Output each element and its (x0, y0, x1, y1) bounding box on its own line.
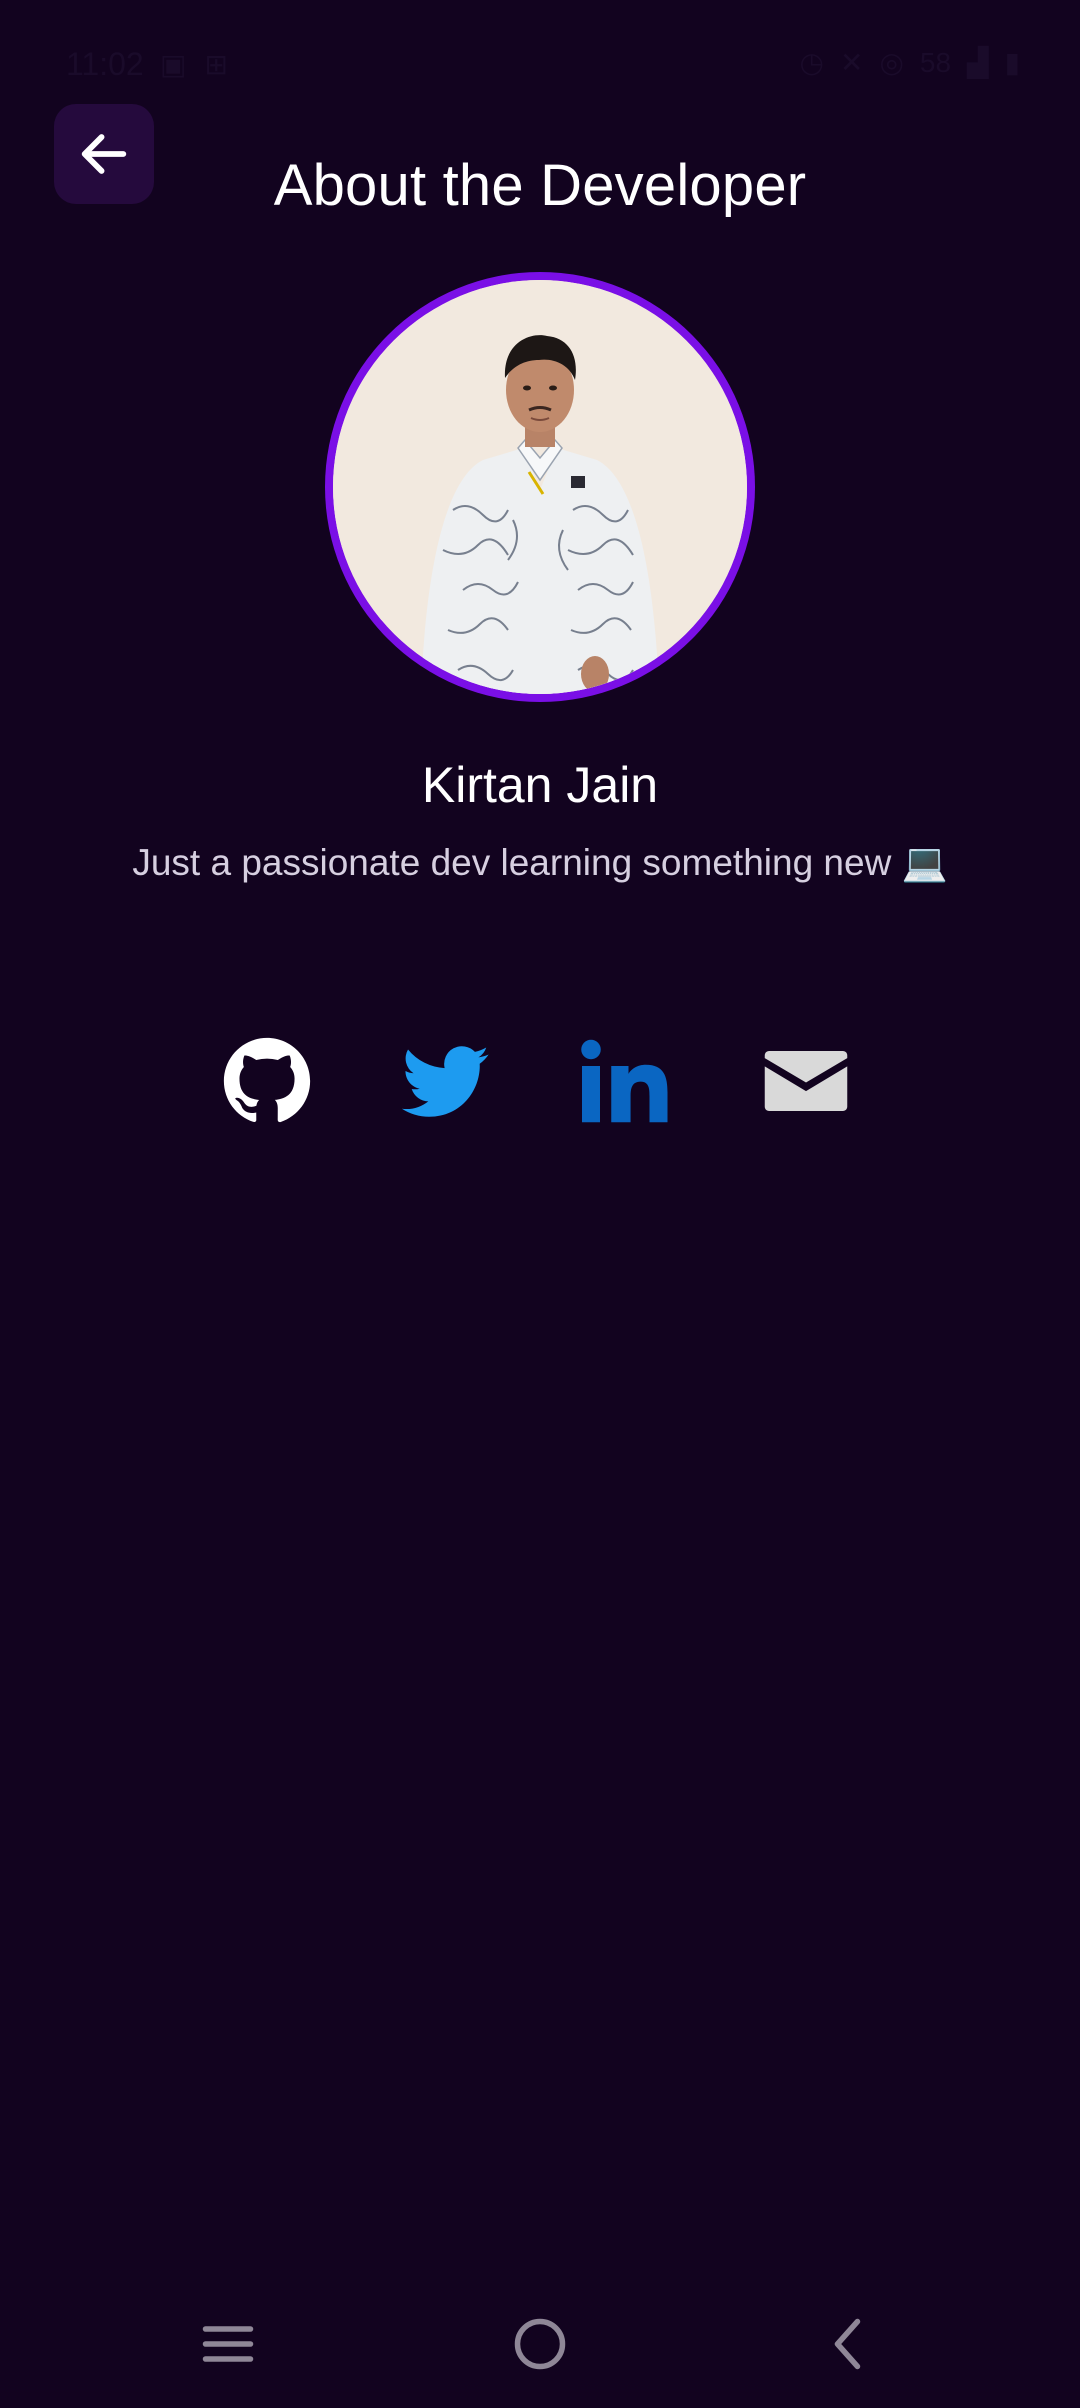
screen: 11:02 ▣ ⊞ ◷ ✕ ◎ 58 ▟ ▮ About the Develop… (0, 0, 1080, 2408)
avatar-ring (325, 272, 755, 702)
menu-icon (202, 2326, 254, 2362)
nav-back-button[interactable] (810, 2304, 890, 2384)
github-icon (223, 1037, 311, 1123)
chevron-left-icon (834, 2318, 861, 2370)
signal-icon: ▟ (967, 47, 989, 78)
home-circle-icon (514, 2318, 566, 2370)
status-left-icons: ▣ ⊞ (160, 48, 228, 81)
message-icon: ▣ (160, 49, 187, 80)
status-right-icons: ◷ ✕ ◎ 58 ▟ ▮ (800, 46, 1020, 79)
navigation-bar (0, 2278, 1080, 2408)
developer-photo (333, 280, 747, 694)
status-time: 11:02 (66, 46, 144, 82)
battery-level: 58 (919, 46, 952, 78)
mute-icon: ✕ (839, 47, 864, 78)
twitter-icon (401, 1046, 489, 1117)
battery-icon: ▮ (1004, 47, 1020, 78)
mail-icon (764, 1051, 848, 1111)
twitter-link[interactable] (400, 1036, 490, 1126)
hotspot-icon: ◎ (879, 47, 904, 78)
avatar (333, 280, 747, 694)
developer-bio: Just a passionate dev learning something… (132, 842, 948, 883)
status-bar: 11:02 ▣ ⊞ ◷ ✕ ◎ 58 ▟ ▮ (0, 0, 1080, 120)
github-link[interactable] (222, 1036, 312, 1126)
linkedin-link[interactable] (579, 1036, 669, 1126)
nav-recents-button[interactable] (188, 2304, 268, 2384)
developer-name: Kirtan Jain (421, 757, 659, 813)
email-link[interactable] (761, 1036, 851, 1126)
alarm-icon: ◷ (799, 47, 824, 78)
linkedin-icon (581, 1039, 668, 1123)
nav-home-button[interactable] (500, 2304, 580, 2384)
page-title: About the Developer (273, 153, 807, 218)
notification-icon: ⊞ (204, 49, 228, 80)
social-links (0, 1036, 1080, 1126)
